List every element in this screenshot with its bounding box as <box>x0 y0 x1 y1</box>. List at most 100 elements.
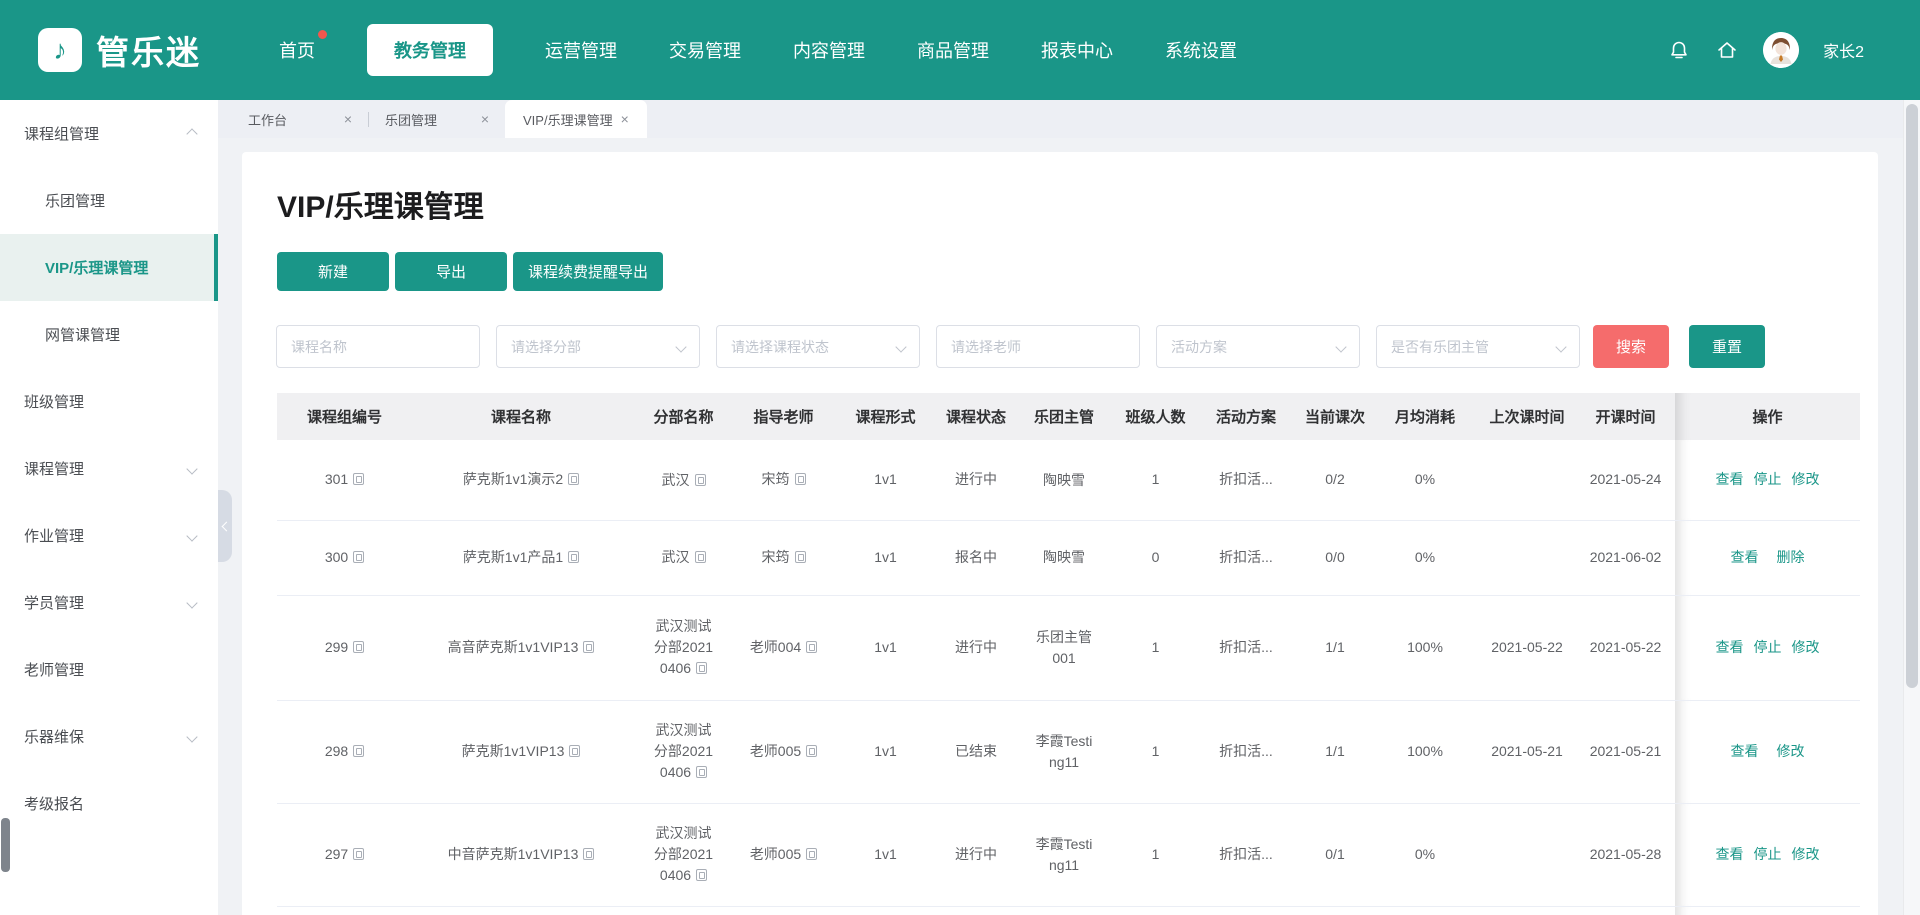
sidebar-item-乐团管理[interactable]: 乐团管理 <box>0 167 218 234</box>
nav-item-商品管理[interactable]: 商品管理 <box>917 37 989 63</box>
copy-icon[interactable] <box>696 662 707 674</box>
cell-plan: 折扣活... <box>1194 520 1298 595</box>
filter-select-是否有乐团主管[interactable] <box>1376 325 1580 368</box>
sidebar-item-VIP/乐理课管理[interactable]: VIP/乐理课管理 <box>0 234 218 301</box>
nav-item-交易管理[interactable]: 交易管理 <box>669 37 741 63</box>
tab-工作台[interactable]: 工作台 × <box>232 100 368 138</box>
action-link-查看[interactable]: 查看 <box>1716 471 1744 487</box>
copy-icon[interactable] <box>696 869 707 881</box>
copy-icon[interactable] <box>806 848 817 860</box>
action-link-停止[interactable]: 停止 <box>1754 846 1782 862</box>
cell-id: 299 <box>277 595 412 700</box>
copy-icon[interactable] <box>353 551 364 563</box>
cell-supervisor: 李霞Testing11 <box>1011 700 1117 803</box>
cell-start_time: 2021-05-24 <box>1576 440 1675 520</box>
sidebar-item-课程组管理[interactable]: 课程组管理 <box>0 100 218 167</box>
nav-item-内容管理[interactable]: 内容管理 <box>793 37 865 63</box>
tab-bar: 工作台×乐团管理×VIP/乐理课管理× <box>218 100 1903 138</box>
copy-icon[interactable] <box>695 551 706 563</box>
copy-icon[interactable] <box>695 474 706 486</box>
filter-select-请选择分部[interactable] <box>496 325 700 368</box>
copy-icon[interactable] <box>806 641 817 653</box>
copy-icon[interactable] <box>795 473 806 485</box>
action-link-修改[interactable]: 修改 <box>1792 846 1820 862</box>
action-link-修改[interactable]: 修改 <box>1792 471 1820 487</box>
sidebar-item-老师管理[interactable]: 老师管理 <box>0 636 218 703</box>
sidebar-item-作业管理[interactable]: 作业管理 <box>0 502 218 569</box>
page-scrollbar-thumb[interactable] <box>1906 104 1918 688</box>
sidebar-item-考级报名[interactable]: 考级报名 <box>0 770 218 837</box>
filter-input-课程名称[interactable] <box>276 325 480 368</box>
copy-icon[interactable] <box>806 745 817 757</box>
copy-icon[interactable] <box>569 745 580 757</box>
notification-dot <box>318 30 327 39</box>
copy-icon[interactable] <box>353 473 364 485</box>
cell-teacher: 老师005 <box>737 803 830 906</box>
column-header-指导老师: 指导老师 <box>737 393 830 440</box>
sidebar-scrollbar-thumb[interactable] <box>1 818 10 872</box>
tab-close-icon[interactable]: × <box>481 112 489 126</box>
copy-icon[interactable] <box>353 641 364 653</box>
search-button[interactable]: 搜索 <box>1593 325 1669 368</box>
filter-select-活动方案[interactable] <box>1156 325 1360 368</box>
action-link-停止[interactable]: 停止 <box>1754 639 1782 655</box>
copy-icon[interactable] <box>353 745 364 757</box>
copy-icon[interactable] <box>696 766 707 778</box>
copy-icon[interactable] <box>353 848 364 860</box>
sidebar-item-课程管理[interactable]: 课程管理 <box>0 435 218 502</box>
cell-size: 1 <box>1117 440 1194 520</box>
nav-item-教务管理[interactable]: 教务管理 <box>367 24 493 76</box>
action-button-课程续费提醒导出[interactable]: 课程续费提醒导出 <box>513 252 663 291</box>
cell-current: 0/1 <box>1298 803 1372 906</box>
cell-last_time <box>1478 803 1576 906</box>
copy-icon[interactable] <box>568 473 579 485</box>
copy-icon[interactable] <box>583 641 594 653</box>
tab-close-icon[interactable]: × <box>344 112 352 126</box>
action-link-查看[interactable]: 查看 <box>1731 549 1759 565</box>
action-link-查看[interactable]: 查看 <box>1731 743 1759 759</box>
nav-item-报表中心[interactable]: 报表中心 <box>1041 37 1113 63</box>
sidebar-item-班级管理[interactable]: 班级管理 <box>0 368 218 435</box>
action-button-导出[interactable]: 导出 <box>395 252 507 291</box>
supervisor-text: 李霞Testing11 <box>1033 731 1095 773</box>
sidebar-item-乐器维保[interactable]: 乐器维保 <box>0 703 218 770</box>
nav-item-运营管理[interactable]: 运营管理 <box>545 37 617 63</box>
user-avatar[interactable] <box>1763 32 1799 68</box>
brand-name: 管乐迷 <box>96 26 201 74</box>
copy-icon[interactable] <box>795 551 806 563</box>
nav-item-系统设置[interactable]: 系统设置 <box>1165 37 1237 63</box>
cell-teacher: 宋筠 <box>737 440 830 520</box>
nav-item-首页[interactable]: 首页 <box>279 37 315 63</box>
reset-button[interactable]: 重置 <box>1689 325 1765 368</box>
tab-label: 工作台 <box>248 110 287 129</box>
column-header-班级人数: 班级人数 <box>1117 393 1194 440</box>
action-link-修改[interactable]: 修改 <box>1777 743 1805 759</box>
cell-size: 1 <box>1117 700 1194 803</box>
page-scrollbar <box>1903 100 1920 915</box>
sidebar-item-网管课管理[interactable]: 网管课管理 <box>0 301 218 368</box>
tab-close-icon[interactable]: × <box>621 112 629 126</box>
action-link-查看[interactable]: 查看 <box>1716 846 1744 862</box>
tab-VIP/乐理课管理[interactable]: VIP/乐理课管理× <box>505 100 647 138</box>
home-icon[interactable] <box>1715 38 1739 62</box>
action-button-新建[interactable]: 新建 <box>277 252 389 291</box>
copy-icon[interactable] <box>583 848 594 860</box>
cell-monthly: 0% <box>1372 520 1478 595</box>
sidebar-item-学员管理[interactable]: 学员管理 <box>0 569 218 636</box>
copy-icon[interactable] <box>568 551 579 563</box>
sidebar-collapse-handle[interactable] <box>218 490 232 562</box>
bell-icon[interactable] <box>1667 38 1691 62</box>
action-link-停止[interactable]: 停止 <box>1754 471 1782 487</box>
filter-input-请选择老师[interactable] <box>936 325 1140 368</box>
action-link-修改[interactable]: 修改 <box>1792 639 1820 655</box>
column-header-课程状态: 课程状态 <box>941 393 1011 440</box>
user-name[interactable]: 家长2 <box>1823 38 1864 62</box>
tab-乐团管理[interactable]: 乐团管理× <box>369 100 505 138</box>
filter-select-请选择课程状态[interactable] <box>716 325 920 368</box>
page-actions: 新建导出课程续费提醒导出 <box>277 252 1878 291</box>
cell-monthly: 0% <box>1372 440 1478 520</box>
sidebar-item-label: 作业管理 <box>24 525 84 546</box>
action-link-删除[interactable]: 删除 <box>1777 549 1805 565</box>
action-link-查看[interactable]: 查看 <box>1716 639 1744 655</box>
chevron-down-icon <box>186 597 197 608</box>
